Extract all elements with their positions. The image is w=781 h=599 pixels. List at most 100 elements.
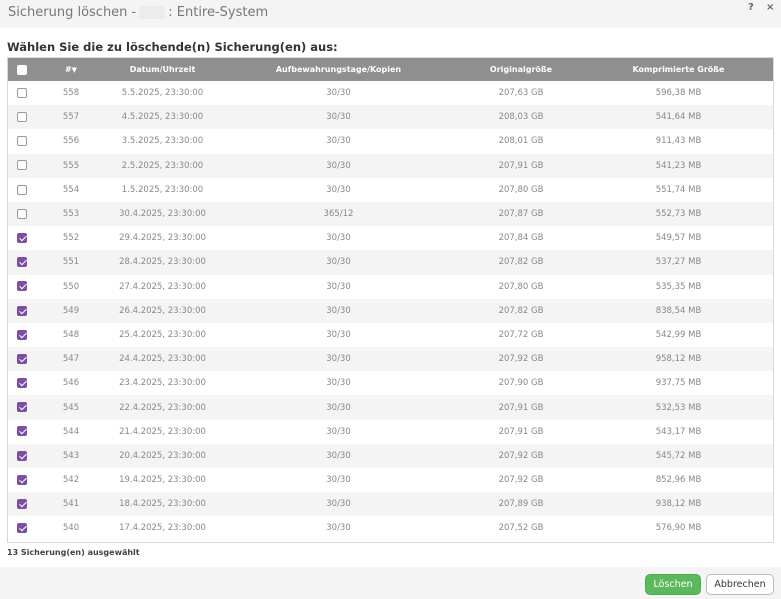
row-checkbox[interactable]	[17, 184, 27, 195]
backup-datetime: 17.4.2025, 23:30:00	[119, 523, 206, 534]
select-all-checkbox[interactable]	[17, 64, 27, 75]
backup-retention: 30/30	[326, 257, 351, 268]
row-checkbox[interactable]	[17, 329, 27, 340]
table-header-row: #▼ Datum/Uhrzeit Aufbewahrungstage/Kopie…	[8, 58, 773, 81]
backup-datetime: 23.4.2025, 23:30:00	[119, 378, 206, 389]
backup-datetime: 18.4.2025, 23:30:00	[119, 499, 206, 510]
table-row[interactable]: 551 28.4.2025, 23:30:00 30/30 207,82 GB 537,…	[8, 250, 773, 275]
row-checkbox[interactable]	[17, 474, 27, 485]
row-checkbox[interactable]	[17, 378, 27, 389]
table-row[interactable]: 554 1.5.2025, 23:30:00 30/30 207,80 GB 551,7…	[8, 178, 773, 202]
delete-button[interactable]: Löschen	[645, 574, 701, 595]
backup-number: 552	[62, 233, 80, 244]
backup-retention: 30/30	[326, 378, 351, 389]
backup-compressed-size: 543,17 MB	[655, 426, 702, 437]
backup-retention: 365/12	[323, 209, 354, 220]
row-checkbox[interactable]	[17, 523, 27, 534]
table-row[interactable]: 546 23.4.2025, 23:30:00 30/30 207,90 GB 937,…	[8, 371, 773, 395]
backup-datetime: 24.4.2025, 23:30:00	[119, 354, 206, 365]
row-checkbox[interactable]	[17, 208, 27, 219]
row-select-cell	[8, 129, 36, 153]
table-row[interactable]: 547 24.4.2025, 23:30:00 30/30 207,92 GB 958,…	[8, 347, 773, 372]
header-number[interactable]: #▼	[36, 58, 106, 81]
table-row[interactable]: 540 17.4.2025, 23:30:00 30/30 207,52 GB 576,…	[8, 516, 773, 540]
row-select-cell	[8, 371, 36, 395]
backup-retention: 30/30	[326, 112, 351, 123]
backup-original-size: 207,52 GB	[498, 523, 544, 534]
table-row[interactable]: 550 27.4.2025, 23:30:00 30/30 207,80 GB 535,…	[8, 275, 773, 299]
row-checkbox[interactable]	[17, 232, 27, 243]
table-row[interactable]: 555 2.5.2025, 23:30:00 30/30 207,91 GB 541,2…	[8, 153, 773, 178]
backup-datetime: 27.4.2025, 23:30:00	[119, 281, 206, 292]
table-row[interactable]: 544 21.4.2025, 23:30:00 30/30 207,91 GB 543,…	[8, 420, 773, 444]
help-icon[interactable]: ?	[748, 2, 754, 13]
backup-number: 558	[62, 88, 80, 99]
backup-number: 546	[62, 378, 80, 389]
backup-original-size: 208,01 GB	[498, 136, 544, 147]
backup-retention: 30/30	[326, 160, 351, 171]
backup-datetime: 3.5.2025, 23:30:00	[121, 136, 204, 147]
header-original-size[interactable]: Originalgröße	[458, 58, 584, 81]
backup-datetime: 4.5.2025, 23:30:00	[121, 112, 204, 123]
row-checkbox[interactable]	[17, 136, 27, 147]
table-row[interactable]: 542 19.4.2025, 23:30:00 30/30 207,92 GB 852,…	[8, 468, 773, 492]
row-checkbox[interactable]	[17, 426, 27, 437]
row-checkbox[interactable]	[17, 499, 27, 510]
backup-number: 549	[62, 305, 80, 316]
close-icon[interactable]: ×	[766, 2, 774, 13]
table-body: 558 5.5.2025, 23:30:00 30/30 207,63 GB 596,3…	[8, 81, 773, 541]
dialog-title-suffix: : Entire-System	[168, 5, 269, 20]
table-row[interactable]: 558 5.5.2025, 23:30:00 30/30 207,63 GB 596,3…	[8, 81, 773, 105]
backup-original-size: 207,91 GB	[498, 426, 544, 437]
row-checkbox[interactable]	[17, 402, 27, 413]
backup-datetime: 21.4.2025, 23:30:00	[119, 426, 206, 437]
row-checkbox[interactable]	[17, 160, 27, 171]
backup-datetime: 20.4.2025, 23:30:00	[119, 450, 206, 461]
table-row[interactable]: 548 25.4.2025, 23:30:00 30/30 207,72 GB 542,…	[8, 323, 773, 347]
row-select-cell	[8, 395, 36, 419]
row-select-cell	[8, 202, 36, 226]
backup-datetime: 2.5.2025, 23:30:00	[121, 160, 204, 171]
backup-retention: 30/30	[326, 184, 351, 195]
backup-original-size: 207,90 GB	[498, 378, 544, 389]
table-row[interactable]: 556 3.5.2025, 23:30:00 30/30 208,01 GB 911,4…	[8, 129, 773, 153]
backup-retention: 30/30	[326, 475, 351, 486]
row-select-cell	[8, 275, 36, 299]
backup-compressed-size: 541,64 MB	[655, 112, 702, 123]
table-row[interactable]: 549 26.4.2025, 23:30:00 30/30 207,82 GB 838,…	[8, 298, 773, 323]
row-checkbox[interactable]	[17, 450, 27, 461]
row-checkbox[interactable]	[17, 281, 27, 292]
row-select-cell	[8, 226, 36, 250]
header-datetime[interactable]: Datum/Uhrzeit	[106, 58, 219, 81]
dialog-title: Sicherung löschen -: Entire-System	[8, 5, 268, 20]
backup-number: 543	[62, 450, 80, 461]
backup-datetime: 22.4.2025, 23:30:00	[119, 402, 206, 413]
backup-compressed-size: 551,74 MB	[655, 184, 702, 195]
row-checkbox[interactable]	[17, 305, 27, 316]
backup-retention: 30/30	[326, 136, 351, 147]
table-row[interactable]: 541 18.4.2025, 23:30:00 30/30 207,89 GB 938,…	[8, 492, 773, 517]
backup-retention: 30/30	[326, 402, 351, 413]
backup-compressed-size: 838,54 MB	[655, 305, 702, 316]
backup-compressed-size: 552,73 MB	[655, 209, 702, 220]
row-checkbox[interactable]	[17, 87, 27, 98]
backup-original-size: 207,82 GB	[498, 305, 544, 316]
backup-number: 553	[62, 209, 80, 220]
backup-original-size: 207,89 GB	[498, 499, 544, 510]
backup-original-size: 207,92 GB	[498, 354, 544, 365]
table-row[interactable]: 545 22.4.2025, 23:30:00 30/30 207,91 GB 532,…	[8, 395, 773, 420]
header-retention[interactable]: Aufbewahrungstage/Kopien	[219, 58, 458, 81]
header-compressed-size[interactable]: Komprimierte Größe	[584, 58, 773, 81]
backup-compressed-size: 537,27 MB	[655, 257, 702, 268]
cancel-button[interactable]: Abbrechen	[706, 574, 774, 595]
backup-number: 551	[62, 257, 80, 268]
table-row[interactable]: 552 29.4.2025, 23:30:00 30/30 207,84 GB 549,…	[8, 226, 773, 250]
table-row[interactable]: 557 4.5.2025, 23:30:00 30/30 208,03 GB 541,6…	[8, 105, 773, 130]
table-row[interactable]: 553 30.4.2025, 23:30:00 365/12 207,87 GB 552…	[8, 201, 773, 227]
backup-compressed-size: 549,57 MB	[655, 233, 702, 244]
row-checkbox[interactable]	[17, 257, 27, 268]
table-row[interactable]: 543 20.4.2025, 23:30:00 30/30 207,92 GB 545,…	[8, 443, 773, 468]
row-checkbox[interactable]	[17, 353, 27, 364]
row-checkbox[interactable]	[17, 112, 27, 123]
backup-retention: 30/30	[326, 354, 351, 365]
